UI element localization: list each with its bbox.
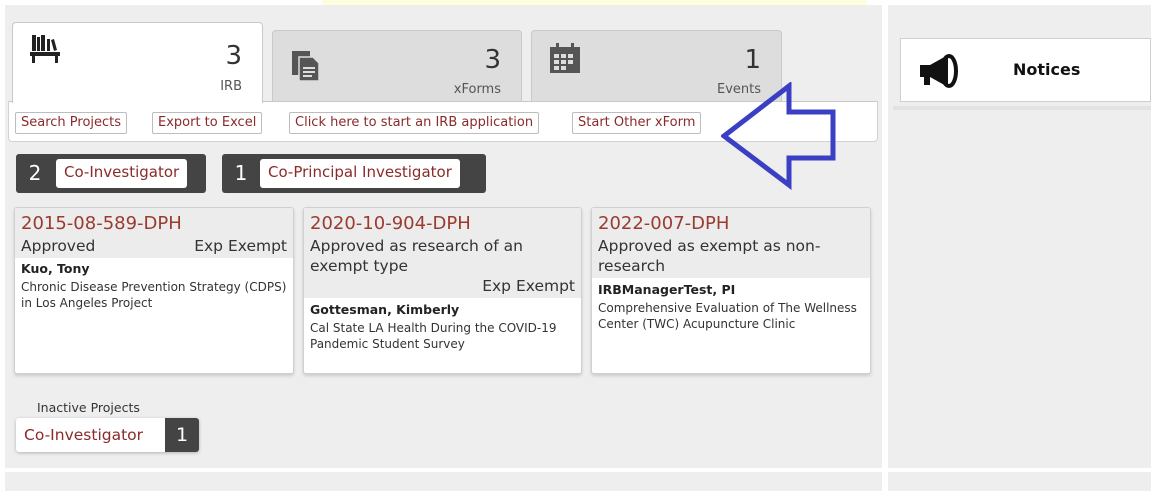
inactive-filter-co-investigator[interactable]: Co-Investigator 1 (16, 418, 199, 452)
tab-irb[interactable]: 3 IRB (12, 22, 263, 103)
main-panel-footer (5, 472, 882, 491)
notices-panel[interactable]: Notices (900, 38, 1151, 102)
role-label: Co-Principal Investigator (260, 159, 460, 188)
inactive-role-label: Co-Investigator (24, 426, 144, 444)
project-pi: Kuo, Tony (21, 261, 90, 276)
annotation-arrow-icon (721, 82, 836, 190)
project-card-header: 2022-007-DPH Approved as exempt as non-r… (592, 208, 870, 278)
side-panel-footer (888, 472, 1151, 491)
project-pi: Gottesman, Kimberly (310, 302, 460, 317)
role-count: 2 (28, 161, 42, 185)
inactive-projects-heading: Inactive Projects (37, 400, 140, 415)
calendar-icon (550, 43, 580, 73)
project-status: Approved as research of an exempt type (310, 237, 523, 275)
project-id[interactable]: 2020-10-904-DPH (310, 212, 575, 236)
tab-events-count: 1 (744, 45, 761, 75)
export-to-excel-button[interactable]: Export to Excel (152, 112, 263, 134)
documents-icon (292, 51, 320, 82)
search-projects-button[interactable]: Search Projects (15, 112, 128, 134)
project-card-header: 2015-08-589-DPH Approved Exp Exempt (15, 208, 293, 258)
project-title: Chronic Disease Prevention Strategy (CDP… (21, 280, 287, 310)
books-icon (30, 35, 60, 63)
project-review-type: Exp Exempt (482, 277, 575, 295)
role-filter-co-investigator[interactable]: 2 Co-Investigator (16, 154, 206, 193)
project-status: Approved as exempt as non-research (598, 237, 821, 275)
tab-xforms-label: xForms (453, 82, 501, 97)
role-count: 1 (234, 161, 248, 185)
project-title: Cal State LA Health During the COVID-19 … (310, 321, 557, 351)
megaphone-icon (920, 54, 958, 88)
project-pi: IRBManagerTest, PI (598, 282, 736, 297)
project-card[interactable]: 2020-10-904-DPH Approved as research of … (303, 207, 582, 374)
project-card-header: 2020-10-904-DPH Approved as research of … (304, 208, 581, 298)
project-review-type: Exp Exempt (194, 237, 287, 255)
start-other-xform-button[interactable]: Start Other xForm (572, 112, 702, 134)
project-id[interactable]: 2022-007-DPH (598, 212, 864, 236)
role-filter-co-principal-investigator[interactable]: 1 Co-Principal Investigator (222, 154, 486, 193)
project-card[interactable]: 2015-08-589-DPH Approved Exp Exempt Kuo,… (14, 207, 294, 374)
project-title: Comprehensive Evaluation of The Wellness… (598, 301, 857, 331)
notices-divider (893, 106, 1151, 110)
project-status: Approved (21, 237, 96, 255)
tab-irb-count: 3 (225, 41, 242, 71)
tab-irb-label: IRB (220, 79, 242, 94)
tab-xforms-count: 3 (484, 45, 501, 75)
project-id[interactable]: 2015-08-589-DPH (21, 212, 287, 236)
notices-title: Notices (1013, 60, 1081, 79)
inactive-role-count: 1 (165, 418, 199, 452)
role-label: Co-Investigator (56, 159, 188, 188)
project-card[interactable]: 2022-007-DPH Approved as exempt as non-r… (591, 207, 871, 374)
start-irb-application-button[interactable]: Click here to start an IRB application (289, 112, 540, 134)
tab-xforms[interactable]: 3 xForms (272, 30, 522, 102)
